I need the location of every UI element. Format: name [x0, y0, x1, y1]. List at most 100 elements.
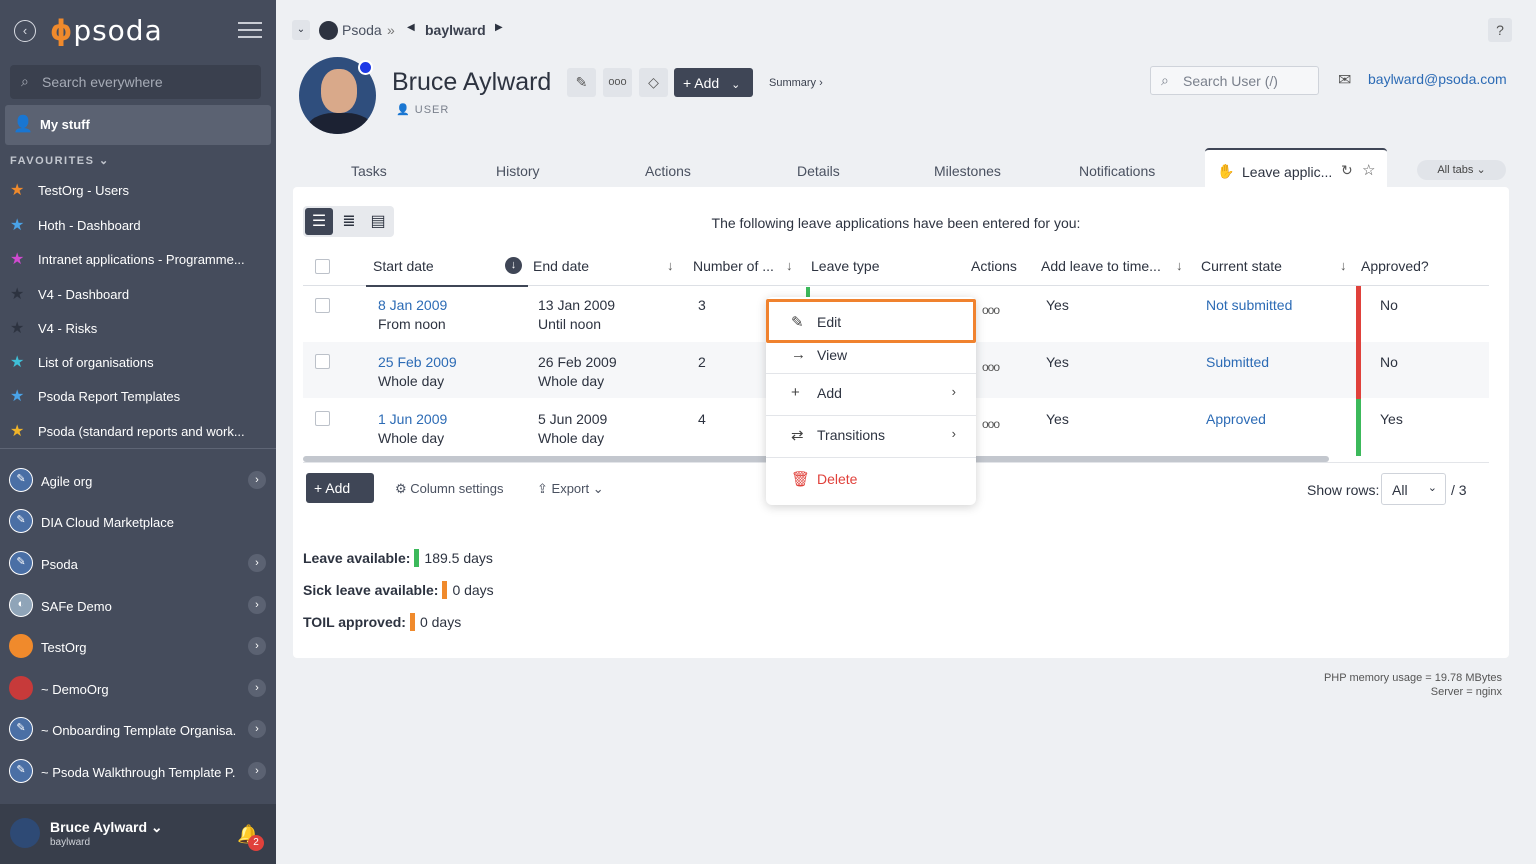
- row-actions-icon[interactable]: ooo: [982, 417, 1000, 431]
- favourite-item[interactable]: ★ V4 - Dashboard: [10, 284, 265, 304]
- org-item[interactable]: ✎ ~ Onboarding Template Organisa... ›: [8, 715, 270, 745]
- org-label: ~ Onboarding Template Organisa...: [41, 723, 236, 738]
- row-checkbox[interactable]: [315, 411, 330, 426]
- row-actions-icon[interactable]: ooo: [982, 360, 1000, 374]
- org-item[interactable]: ✎ Psoda ›: [8, 549, 270, 579]
- tab-actions[interactable]: Actions: [645, 163, 691, 179]
- chevron-right-icon[interactable]: ›: [248, 554, 266, 572]
- show-rows-select[interactable]: All ⌄: [1381, 473, 1446, 505]
- tab-history[interactable]: History: [496, 163, 540, 179]
- chevron-right-icon[interactable]: ›: [248, 596, 266, 614]
- org-item[interactable]: ✎ ~ Psoda Walkthrough Template P... ›: [8, 757, 270, 787]
- back-icon[interactable]: ‹: [14, 20, 36, 42]
- start-date-link[interactable]: 1 Jun 2009: [378, 411, 447, 427]
- email-link[interactable]: baylward@psoda.com: [1368, 71, 1507, 87]
- add-leave-value: Yes: [1046, 297, 1069, 313]
- org-item[interactable]: ✎ Agile org ›: [8, 466, 270, 496]
- favourite-item[interactable]: ★ Psoda (standard reports and work...: [10, 421, 265, 441]
- menu-item-view[interactable]: → View: [766, 335, 976, 375]
- add-leave-button[interactable]: + Add: [306, 473, 374, 503]
- favourite-item[interactable]: ★ Psoda Report Templates: [10, 386, 265, 406]
- tab-notifications[interactable]: Notifications: [1079, 163, 1155, 179]
- org-item[interactable]: TestOrg ›: [8, 632, 270, 662]
- end-date-detail: Until noon: [538, 316, 602, 332]
- column-end-date[interactable]: End date: [533, 258, 589, 274]
- chevron-right-icon[interactable]: ›: [248, 679, 266, 697]
- sort-arrow-icon[interactable]: ↓: [505, 257, 522, 274]
- row-checkbox[interactable]: [315, 354, 330, 369]
- favourite-item[interactable]: ★ Intranet applications - Programme...: [10, 249, 265, 269]
- row-checkbox[interactable]: [315, 298, 330, 313]
- chevron-right-icon[interactable]: ›: [248, 637, 266, 655]
- column-approved[interactable]: Approved?: [1361, 258, 1429, 274]
- collapse-menu-icon[interactable]: [238, 22, 262, 40]
- menu-separator: [766, 457, 976, 458]
- column-current-state[interactable]: Current state: [1201, 258, 1282, 274]
- favourites-header[interactable]: FAVOURITES ⌄: [10, 154, 110, 167]
- tab-tasks[interactable]: Tasks: [351, 163, 387, 179]
- menu-item-transitions[interactable]: ⇄ Transitions ›: [766, 415, 976, 455]
- favourite-item[interactable]: ★ Hoth - Dashboard: [10, 215, 265, 235]
- star-icon: ★: [10, 320, 25, 337]
- sort-arrow-icon[interactable]: ↓: [1176, 258, 1183, 273]
- end-date-detail: Whole day: [538, 373, 605, 389]
- start-date-link[interactable]: 8 Jan 2009: [378, 297, 447, 313]
- tab-details[interactable]: Details: [797, 163, 840, 179]
- start-date-link[interactable]: 25 Feb 2009: [378, 354, 457, 370]
- my-stuff-item[interactable]: 👤 My stuff: [5, 105, 271, 145]
- chevron-right-icon[interactable]: ›: [248, 762, 266, 780]
- column-add-leave[interactable]: Add leave to time...: [1041, 258, 1161, 274]
- column-start-date[interactable]: Start date: [373, 258, 434, 274]
- search-everywhere-input[interactable]: ⌕ Search everywhere: [10, 65, 261, 99]
- favourite-item[interactable]: ★ V4 - Risks: [10, 318, 265, 338]
- add-leave-value: Yes: [1046, 411, 1069, 427]
- breadcrumb-root[interactable]: Psoda: [342, 22, 382, 38]
- column-settings-button[interactable]: ⚙ Column settings: [395, 481, 504, 497]
- sort-arrow-icon[interactable]: ↓: [1340, 258, 1347, 273]
- plus-icon: +: [791, 384, 800, 401]
- sort-arrow-icon[interactable]: ↓: [667, 258, 674, 273]
- add-button[interactable]: + Add ⌄: [674, 68, 753, 97]
- psoda-logo[interactable]: ϕpsoda: [50, 14, 163, 47]
- memory-usage: PHP memory usage = 19.78 MBytes: [1323, 672, 1502, 684]
- column-leave-type[interactable]: Leave type: [811, 258, 880, 274]
- help-button[interactable]: ?: [1488, 18, 1512, 42]
- column-number-of[interactable]: Number of ...: [693, 258, 774, 274]
- summary-link[interactable]: Summary ›: [769, 77, 823, 89]
- org-item[interactable]: ◐ SAFe Demo ›: [8, 591, 270, 621]
- sick-leave-indicator-bar: [442, 581, 448, 599]
- select-all-checkbox[interactable]: [315, 259, 330, 274]
- search-user-input[interactable]: ⌕ Search User (/): [1150, 66, 1319, 95]
- org-item[interactable]: ✎ DIA Cloud Marketplace: [8, 507, 270, 537]
- current-state-link[interactable]: Approved: [1206, 411, 1266, 427]
- sort-arrow-icon[interactable]: ↓: [786, 258, 793, 273]
- tab-milestones[interactable]: Milestones: [934, 163, 1001, 179]
- current-state-link[interactable]: Not submitted: [1206, 297, 1292, 313]
- edit-pencil-icon[interactable]: ✎: [567, 68, 596, 97]
- tab-leave-applications[interactable]: ✋ Leave applic... ↻ ☆: [1205, 148, 1387, 188]
- state-indicator-bar: [1356, 342, 1361, 399]
- caret-left-icon[interactable]: ◀: [407, 22, 415, 33]
- row-actions-icon[interactable]: ooo: [982, 303, 1000, 317]
- export-button[interactable]: ⇪ Export ⌄: [537, 481, 604, 497]
- menu-item-delete[interactable]: 🗑 Delete: [766, 459, 976, 499]
- star-outline-icon[interactable]: ☆: [1362, 161, 1375, 179]
- org-icon: ✎: [9, 509, 33, 533]
- tag-icon[interactable]: ◇: [639, 68, 668, 97]
- sidebar-user-footer[interactable]: Bruce Aylward ⌄ baylward 🔔 2: [0, 804, 276, 864]
- favourite-item[interactable]: ★ List of organisations: [10, 352, 265, 372]
- all-tabs-dropdown[interactable]: All tabs ⌄: [1417, 160, 1506, 180]
- menu-item-add[interactable]: + Add ›: [766, 373, 976, 413]
- chevron-right-icon[interactable]: ›: [248, 471, 266, 489]
- favourite-item[interactable]: ★ TestOrg - Users: [10, 180, 265, 200]
- more-options-icon[interactable]: ooo: [603, 68, 632, 97]
- leave-available: Leave available: 189.5 days: [303, 549, 493, 567]
- caret-right-icon[interactable]: ▶: [495, 22, 503, 33]
- breadcrumb-dropdown-icon[interactable]: ⌄: [292, 20, 310, 40]
- current-state-link[interactable]: Submitted: [1206, 354, 1269, 370]
- org-label: TestOrg: [41, 640, 87, 655]
- sidebar: ‹ ϕpsoda ⌕ Search everywhere 👤 My stuff …: [0, 0, 276, 864]
- refresh-icon[interactable]: ↻: [1341, 162, 1353, 179]
- org-item[interactable]: ~ DemoOrg ›: [8, 674, 270, 704]
- chevron-right-icon[interactable]: ›: [248, 720, 266, 738]
